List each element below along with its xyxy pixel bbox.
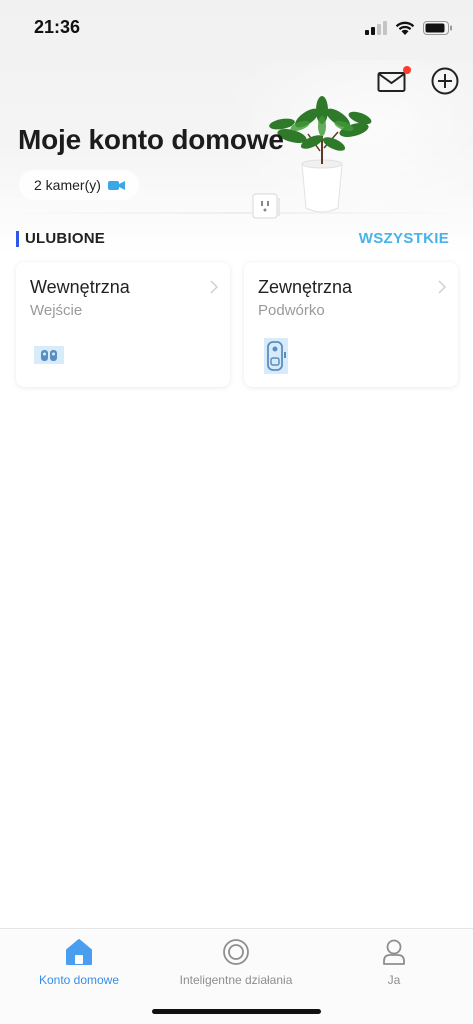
tab-me[interactable]: Ja [315, 937, 473, 997]
device-card-indoor[interactable]: Wewnętrzna Wejście [16, 262, 230, 387]
section-accent-bar [16, 231, 19, 247]
status-time: 21:36 [34, 17, 81, 37]
device-room: Wejście [30, 302, 83, 319]
tab-label: Konto domowe [38, 973, 120, 987]
see-all-link[interactable]: WSZYSTKIE [359, 230, 449, 247]
wifi-icon [395, 21, 415, 35]
camera-count-chip[interactable]: 2 kamer(y) [19, 170, 139, 200]
notification-dot [403, 66, 411, 74]
user-icon [383, 939, 405, 965]
device-card-outdoor[interactable]: Zewnętrzna Podwórko [244, 262, 458, 387]
device-name: Wewnętrzna [30, 277, 130, 297]
video-camera-icon [107, 180, 125, 190]
shelf-line [0, 212, 473, 214]
camera-count-label: 2 kamer(y) [34, 177, 101, 193]
smart-plug-illustration [252, 193, 280, 219]
cellular-signal-icon [365, 21, 387, 35]
tab-label: Inteligentne działania [179, 973, 293, 987]
smart-action-icon [223, 939, 249, 965]
home-indicator [152, 1009, 321, 1014]
home-icon [66, 939, 92, 965]
tab-smart-actions[interactable]: Inteligentne działania [157, 937, 315, 997]
chevron-right-icon [438, 280, 446, 294]
doorbell-camera-icon [264, 338, 288, 374]
messages-button[interactable] [377, 66, 411, 96]
home-title: Moje konto domowe [18, 124, 284, 155]
add-circle-icon [431, 67, 459, 95]
device-room: Podwórko [258, 302, 325, 319]
battery-icon [423, 21, 452, 35]
tab-home[interactable]: Konto domowe [0, 937, 158, 997]
favorites-header: ULUBIONE WSZYSTKIE [0, 228, 473, 250]
status-icons [365, 19, 453, 37]
status-bar: 21:36 [0, 0, 473, 56]
device-name: Zewnętrzna [258, 277, 353, 297]
chevron-right-icon [210, 280, 218, 294]
add-device-button[interactable] [430, 66, 460, 96]
favorites-title: ULUBIONE [25, 230, 105, 247]
indoor-camera-icon [34, 346, 64, 364]
mail-icon [377, 72, 406, 92]
tab-label: Ja [387, 973, 401, 987]
